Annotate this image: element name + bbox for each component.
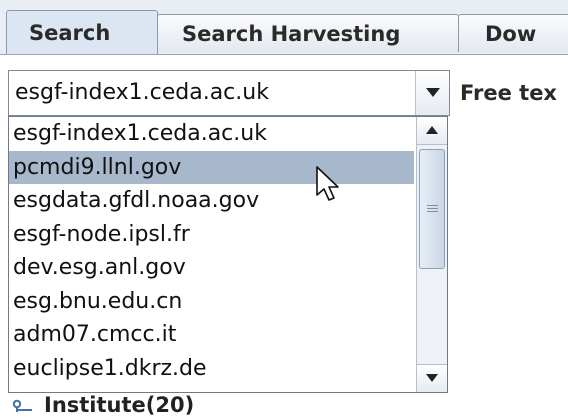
- list-item[interactable]: euclipse1.dkrz.de: [9, 352, 414, 386]
- index-node-selected-value: esgf-index1.ceda.ac.uk: [15, 80, 269, 105]
- arrow-down-icon: [426, 374, 438, 382]
- chevron-down-icon: [426, 88, 440, 97]
- tree-node-icon[interactable]: [12, 399, 34, 413]
- grip-line: [427, 208, 438, 209]
- scroll-up-button[interactable]: [417, 117, 447, 145]
- list-item[interactable]: dev.esg.anl.gov: [9, 251, 414, 285]
- dropdown-scrollbar[interactable]: [416, 117, 447, 392]
- tree-facet-institute[interactable]: Institute(20): [12, 392, 194, 418]
- scroll-thumb[interactable]: [419, 149, 445, 269]
- grip-line: [427, 205, 438, 206]
- index-node-combobox[interactable]: esgf-index1.ceda.ac.uk: [8, 70, 450, 116]
- combo-dropdown-button[interactable]: [415, 71, 449, 115]
- tree-facet-label: Institute(20): [44, 393, 195, 417]
- arrow-up-icon: [426, 126, 438, 134]
- list-item[interactable]: adm07.cmcc.it: [9, 318, 414, 352]
- list-item[interactable]: pcmdi9.llnl.gov: [9, 150, 414, 184]
- tab-bar: Search Search Harvesting Dow: [0, 0, 568, 55]
- dropdown-items: esgf-index1.ceda.ac.uk pcmdi9.llnl.gov e…: [9, 117, 414, 385]
- list-item[interactable]: esg.bnu.edu.cn: [9, 285, 414, 319]
- tab-search-harvesting[interactable]: Search Harvesting: [157, 14, 459, 52]
- list-item[interactable]: esgf-index1.ceda.ac.uk: [9, 117, 414, 151]
- mouse-cursor-icon: [316, 166, 339, 201]
- scroll-down-button[interactable]: [417, 364, 447, 392]
- list-item[interactable]: esgdata.gfdl.noaa.gov: [9, 184, 414, 218]
- list-item[interactable]: esgf-node.ipsl.fr: [9, 218, 414, 252]
- free-text-label: Free tex: [460, 81, 557, 105]
- tab-search[interactable]: Search: [6, 10, 158, 54]
- grip-line: [427, 211, 438, 212]
- index-node-dropdown-list[interactable]: esgf-index1.ceda.ac.uk pcmdi9.llnl.gov e…: [8, 116, 448, 393]
- tab-download[interactable]: Dow: [458, 14, 568, 52]
